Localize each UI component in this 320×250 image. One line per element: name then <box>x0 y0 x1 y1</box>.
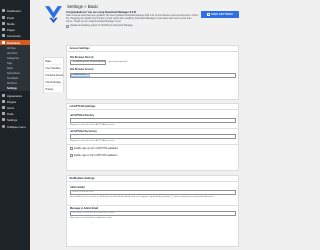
disable-autoload-label: Disable autoloading option for WordPress… <box>70 25 133 28</box>
submenu-all-files[interactable]: All Files <box>7 47 16 50</box>
site-key-label: reCAPTCHA Site Key <box>70 114 94 117</box>
signin-captcha-label: Enable sign in form CAPTCHA validation <box>74 154 118 157</box>
admin-email-label: Admin Email <box>70 186 85 189</box>
sidebar-item-pages[interactable]: Pages <box>0 27 30 32</box>
save-settings-button[interactable]: SAVE SETTINGS <box>201 11 239 18</box>
settings-icon <box>2 118 5 121</box>
access-settings-card: Access Settings File Browser Root (i) /v… <box>66 45 239 100</box>
brush-icon <box>2 94 5 97</box>
tab-frontend-access[interactable]: Frontend Access <box>44 72 65 79</box>
file-browser-access-select[interactable] <box>70 73 236 78</box>
save-icon <box>207 13 210 16</box>
sidebar-item-appearance[interactable]: Appearance <box>0 93 30 98</box>
submenu-stats[interactable]: Stats <box>7 67 13 70</box>
submenu-tags[interactable]: Tags <box>7 62 12 65</box>
signup-captcha-option[interactable]: Enable sign up form CAPTCHA validation <box>70 147 118 150</box>
signup-captcha-label: Enable sign up form CAPTCHA validation <box>74 147 119 150</box>
disable-autoload-option[interactable]: Disable autoloading option for WordPress… <box>66 25 133 28</box>
sidebar-item-plugins[interactable]: Plugins <box>0 99 30 104</box>
collapse-icon <box>2 125 5 128</box>
secret-key-help: Register a new site for reCAPTCHA from h… <box>70 140 115 142</box>
file-browser-root-hint: wp-content/uploads/ <box>108 61 128 63</box>
submenu-settings[interactable]: Settings <box>7 87 17 90</box>
pin-icon <box>2 16 5 19</box>
admin-email-input[interactable]: admin@example.com <box>70 190 236 195</box>
download-manager-logo <box>45 6 62 23</box>
download-icon <box>2 41 5 44</box>
sidebar-item-settings[interactable]: Settings <box>0 117 30 122</box>
plugin-icon <box>2 100 5 103</box>
signin-captcha-option[interactable]: Enable sign in form CAPTCHA validation <box>70 154 117 157</box>
submenu-add-ons[interactable]: Add-Ons <box>7 82 17 85</box>
tab-cloud-storage[interactable]: Cloud Storage <box>44 79 65 86</box>
sidebar-item-dashboard[interactable]: Dashboard <box>0 8 30 13</box>
notification-settings-card: Notification Settings Admin Email admin@… <box>66 175 239 247</box>
pages-icon <box>2 28 5 31</box>
access-settings-heading: Access Settings <box>67 46 238 52</box>
notification-heading: Notification Settings <box>67 176 238 182</box>
sidebar-item-posts[interactable]: Posts <box>0 15 30 20</box>
site-key-input[interactable] <box>70 118 236 123</box>
signup-captcha-checkbox[interactable] <box>70 147 73 150</box>
collapse-menu-button[interactable]: Collapse menu <box>0 124 30 129</box>
tab-user-interface[interactable]: User Interface <box>44 65 65 72</box>
sidebar-item-media[interactable]: Media <box>0 21 30 26</box>
recaptcha-settings-card: reCAPTCHA Settings reCAPTCHA Site Key Re… <box>66 103 239 171</box>
file-browser-root-input[interactable]: /var/www/html/wp-content/uploads/ <box>70 60 106 65</box>
disable-autoload-checkbox[interactable] <box>66 25 69 28</box>
save-settings-label: SAVE SETTINGS <box>211 13 233 16</box>
site-key-help: Register a new site for reCAPTCHA from h… <box>70 124 115 126</box>
update-notice: Congratulations! You are using Download … <box>66 11 200 31</box>
file-browser-root-label: File Browser Root (i) <box>70 56 94 59</box>
admin-email-help: Email addresses to receive a notificatio… <box>70 196 214 198</box>
notice-heading: Congratulations! You are using Download … <box>66 11 137 14</box>
dashboard-icon <box>2 9 5 12</box>
tab-basic[interactable]: Basic <box>44 58 65 65</box>
secret-key-input[interactable] <box>70 134 236 139</box>
settings-tabs: Basic User Interface Frontend Access Clo… <box>43 57 65 93</box>
submenu-categories[interactable]: Categories <box>7 57 19 60</box>
recaptcha-heading: reCAPTCHA Settings <box>67 104 238 110</box>
admin-sidebar: Dashboard Posts Media Pages Comments Dow… <box>0 0 30 250</box>
file-browser-access-label: File Browser Access: <box>70 68 95 71</box>
comment-icon <box>2 34 5 37</box>
sidebar-item-users[interactable]: Users <box>0 105 30 110</box>
role-chip-administrator[interactable]: Administrator × <box>71 73 90 78</box>
submenu-subscribers[interactable]: Subscribers <box>7 72 20 75</box>
submenu-add-new[interactable]: Add New <box>7 52 17 55</box>
page-title: Settings » Basic <box>67 4 99 9</box>
sidebar-item-tools[interactable]: Tools <box>0 111 30 116</box>
signin-captcha-checkbox[interactable] <box>70 154 73 157</box>
tab-privacy[interactable]: Privacy <box>44 86 65 93</box>
message-input[interactable]: Message to send with the notification em… <box>70 211 236 216</box>
notice-body: Take a look at what has been updated. We… <box>66 14 198 23</box>
secret-key-label: reCAPTCHA Secret Key <box>70 130 97 133</box>
message-help: Message to send with the notification em… <box>70 217 112 219</box>
sidebar-item-comments[interactable]: Comments <box>0 33 30 38</box>
message-label: Message to Admin Email <box>70 207 99 210</box>
media-icon <box>2 22 5 25</box>
submenu-templates[interactable]: Templates <box>7 77 18 80</box>
wrench-icon <box>2 112 5 115</box>
users-icon <box>2 106 5 109</box>
